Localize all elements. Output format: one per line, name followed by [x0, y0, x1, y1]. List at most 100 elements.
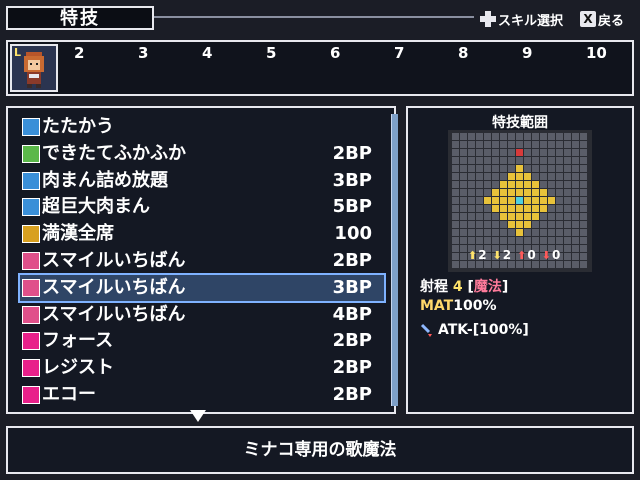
skill-cost: 2BP	[332, 357, 372, 379]
range-cell	[508, 149, 515, 156]
party-slot-7[interactable]: 7	[394, 44, 404, 62]
range-cell	[484, 205, 491, 212]
range-cell	[556, 141, 563, 148]
skill-row[interactable]: フォース 2BP	[20, 328, 384, 354]
sword-down-icon	[420, 323, 432, 337]
range-cell	[476, 229, 483, 236]
range-cell	[564, 141, 571, 148]
range-cell	[564, 165, 571, 172]
range-cell	[492, 237, 499, 244]
range-cell	[524, 261, 531, 268]
back-hint[interactable]: X 戻る	[580, 8, 624, 30]
range-cell	[572, 237, 579, 244]
range-info: 射程 4 [魔法]	[420, 279, 509, 295]
square-icon	[22, 198, 40, 217]
range-cell	[452, 205, 459, 212]
skill-row[interactable]: できたてふかふか 2BP	[20, 141, 384, 167]
range-cell	[556, 229, 563, 236]
range-cell	[572, 221, 579, 228]
range-cell	[524, 157, 531, 164]
range-cell	[540, 213, 547, 220]
party-slot-4[interactable]: 4	[202, 44, 212, 62]
range-cell	[556, 133, 563, 140]
range-cell	[564, 237, 571, 244]
attack-icon	[22, 118, 40, 136]
range-cell	[548, 261, 555, 268]
range-label: 射程	[420, 279, 448, 295]
skill-name: 肉まん詰め放題	[42, 169, 168, 191]
range-cell	[540, 197, 547, 204]
party-slot-10[interactable]: 10	[586, 44, 607, 62]
range-cell	[572, 157, 579, 164]
range-cell	[524, 173, 531, 180]
range-cell	[508, 133, 515, 140]
range-cell	[452, 173, 459, 180]
scroll-down-arrow-icon[interactable]	[190, 410, 206, 422]
range-cell	[556, 213, 563, 220]
range-cell	[572, 141, 579, 148]
leader-badge: L	[14, 46, 22, 59]
party-slot-5[interactable]: 5	[266, 44, 276, 62]
range-cell	[452, 197, 459, 204]
range-cell	[580, 141, 587, 148]
party-slot-3[interactable]: 3	[138, 44, 148, 62]
range-cell	[580, 205, 587, 212]
range-cell	[564, 205, 571, 212]
vo-icon	[22, 332, 40, 351]
range-cell	[548, 237, 555, 244]
skill-cost: 3BP	[332, 169, 372, 191]
range-cell	[532, 197, 539, 204]
range-cell	[524, 229, 531, 236]
range-cell	[452, 189, 459, 196]
skill-row[interactable]: エコー 2BP	[20, 382, 384, 408]
skill-row[interactable]: スマイルいちばん 2BP	[20, 248, 384, 274]
mat-info: MAT100%	[420, 298, 497, 314]
range-cell	[532, 205, 539, 212]
skill-select-hint[interactable]: スキル選択	[480, 8, 563, 30]
party-slot-9[interactable]: 9	[522, 44, 532, 62]
range-cell	[524, 205, 531, 212]
range-cell	[476, 181, 483, 188]
range-cell	[540, 149, 547, 156]
party-slot-8[interactable]: 8	[458, 44, 468, 62]
title-panel: 特技	[6, 6, 154, 30]
skill-row[interactable]: 肉まん詰め放題 3BP	[20, 168, 384, 194]
range-cell	[508, 261, 515, 268]
range-cell	[500, 261, 507, 268]
skill-name: できたてふかふか	[42, 142, 186, 164]
stat-shift-1: ⬆ 2	[468, 248, 487, 262]
range-cell	[540, 237, 547, 244]
range-cell	[508, 229, 515, 236]
range-cell	[484, 229, 491, 236]
range-cell	[476, 221, 483, 228]
range-cell	[452, 253, 459, 260]
range-cell	[564, 245, 571, 252]
range-cell	[572, 181, 579, 188]
list-scrollbar[interactable]	[391, 114, 398, 406]
range-cell	[532, 149, 539, 156]
skill-row[interactable]: レジスト 2BP	[20, 355, 384, 381]
party-slot-1[interactable]: L	[10, 44, 58, 92]
range-cell	[500, 189, 507, 196]
range-cell	[556, 157, 563, 164]
range-cell	[516, 157, 523, 164]
party-slot-2[interactable]: 2	[74, 44, 84, 62]
skill-row[interactable]: 満漢全席 100	[20, 221, 384, 247]
skill-row[interactable]: 超巨大肉まん 5BP	[20, 194, 384, 220]
range-cell	[452, 141, 459, 148]
atk-text: ATK-[100%]	[438, 322, 529, 338]
skill-cost: 3BP	[332, 276, 372, 298]
skill-row[interactable]: スマイルいちばん 4BP	[20, 302, 384, 328]
range-type: 魔法	[473, 279, 502, 295]
range-cell	[564, 261, 571, 268]
skill-select-label: スキル選択	[498, 13, 564, 29]
range-cell	[492, 133, 499, 140]
party-slot-6[interactable]: 6	[330, 44, 340, 62]
range-cell	[556, 197, 563, 204]
skill-row[interactable]: スマイルいちばん 3BP	[18, 272, 386, 303]
range-cell	[484, 213, 491, 220]
range-cell	[524, 237, 531, 244]
skill-name: 満漢全席	[42, 223, 114, 245]
range-cell	[492, 165, 499, 172]
skill-row[interactable]: たたかう	[20, 114, 384, 140]
